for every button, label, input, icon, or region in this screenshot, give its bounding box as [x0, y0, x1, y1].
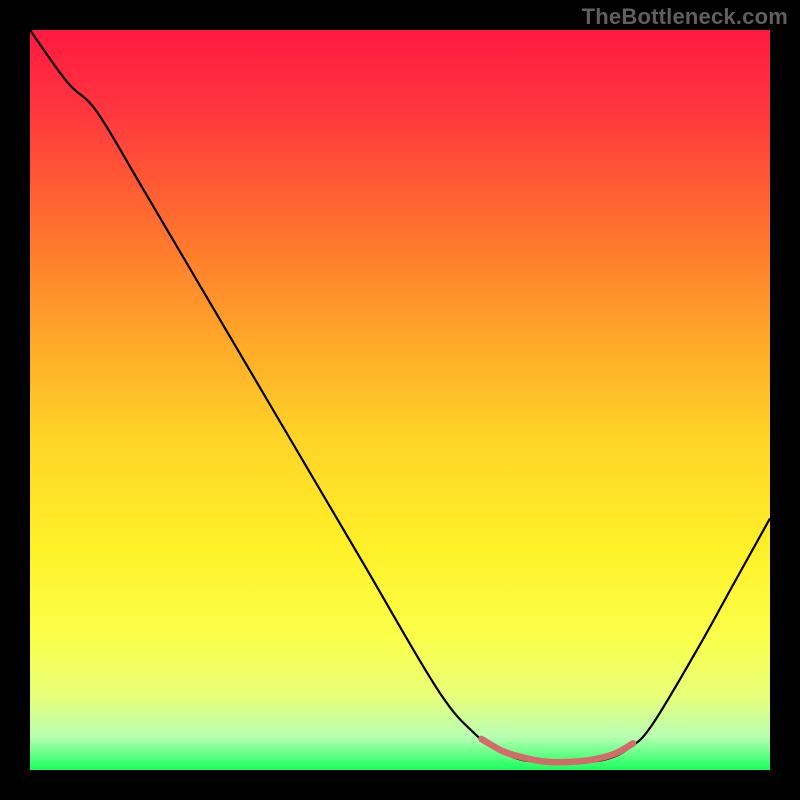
plot-area — [30, 30, 770, 770]
chart-svg — [30, 30, 770, 770]
watermark-text: TheBottleneck.com — [582, 4, 788, 30]
gradient-background — [30, 30, 770, 770]
chart-frame: TheBottleneck.com — [0, 0, 800, 800]
